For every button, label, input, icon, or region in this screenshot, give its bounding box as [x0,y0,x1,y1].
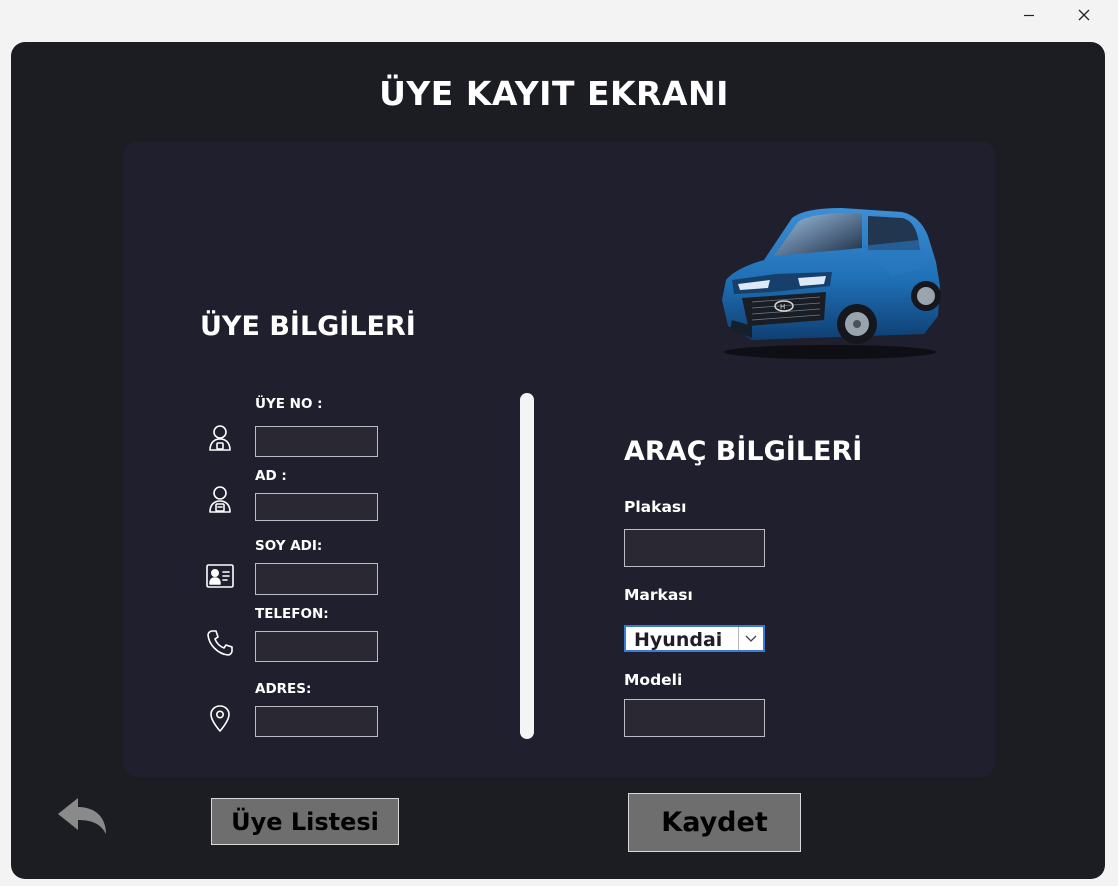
plate-label: Plakası [624,498,687,516]
model-label: Modeli [624,671,683,689]
close-icon [1078,9,1090,21]
address-label: ADRES: [255,681,312,697]
location-pin-icon [210,705,230,732]
brand-select[interactable]: Hyundai [624,625,765,652]
minimize-icon [1024,14,1034,17]
chevron-down-icon [745,635,757,642]
blue-suv-car-image: H [722,208,941,359]
id-card-icon [206,564,234,588]
phone-icon [207,630,233,656]
dropdown-toggle[interactable] [738,627,763,650]
svg-text:H: H [780,303,785,311]
title-bar [0,0,1118,34]
close-button[interactable] [1061,0,1107,30]
plate-input[interactable] [624,529,765,567]
phone-label: TELEFON: [255,606,329,622]
vehicle-section-title: ARAÇ BİLGİLERİ [624,436,863,467]
save-button[interactable]: Kaydet [628,793,801,852]
member-section-title: ÜYE BİLGİLERİ [200,311,416,342]
surname-label: SOY ADI: [255,538,323,554]
member-no-label: ÜYE NO : [255,396,323,412]
section-divider [520,393,534,739]
member-list-button[interactable]: Üye Listesi [211,798,399,845]
name-label: AD : [255,468,287,484]
user-icon [209,486,231,513]
minimize-button[interactable] [1006,0,1052,30]
member-no-input[interactable] [255,426,378,457]
surname-input[interactable] [255,563,378,595]
brand-label: Markası [624,586,693,604]
member-id-icon [209,425,231,451]
phone-input[interactable] [255,631,378,662]
brand-selected-value: Hyundai [634,629,723,651]
name-input[interactable] [255,493,378,521]
address-input[interactable] [255,706,378,737]
model-input[interactable] [624,699,765,737]
back-arrow-icon[interactable] [56,796,110,838]
page-title: ÜYE KAYIT EKRANI [379,74,729,113]
